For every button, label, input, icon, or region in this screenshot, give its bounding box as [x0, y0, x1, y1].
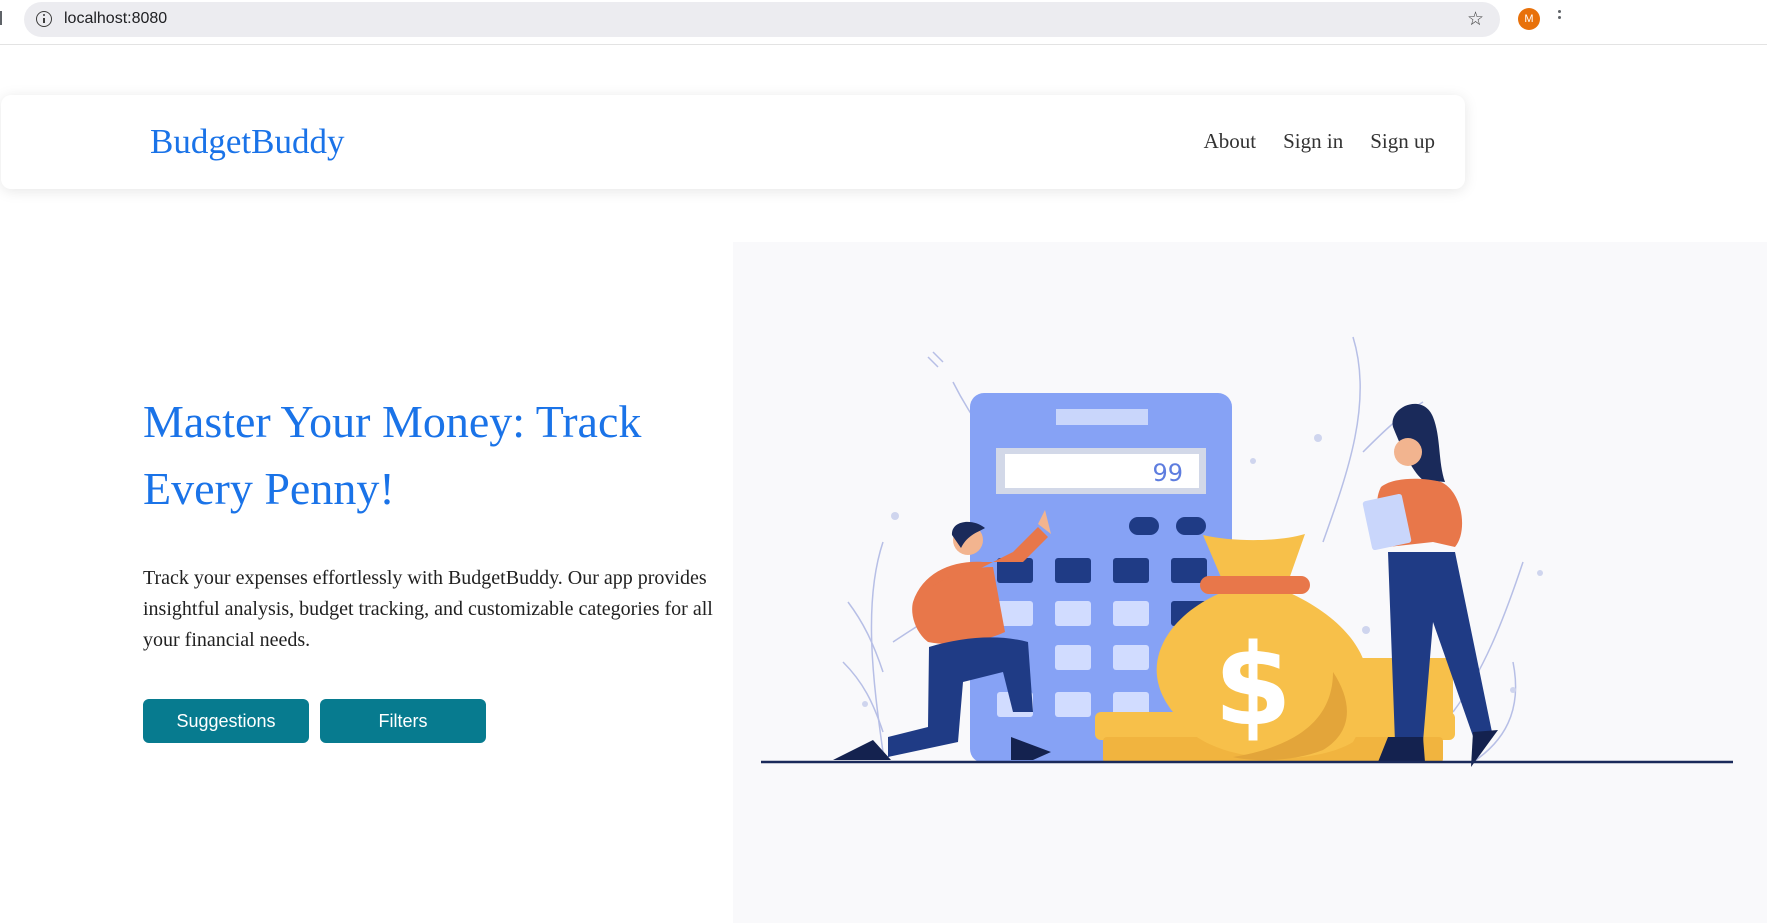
- url-text[interactable]: localhost:8080: [64, 10, 167, 28]
- nav-sign-up-link[interactable]: Sign up: [1370, 129, 1435, 154]
- site-navbar: BudgetBuddy About Sign in Sign up: [1, 95, 1465, 189]
- brand-logo[interactable]: BudgetBuddy: [150, 122, 344, 162]
- hero-title: Master Your Money: Track Every Penny!: [143, 396, 642, 514]
- nav-sign-in-link[interactable]: Sign in: [1283, 129, 1343, 154]
- address-bar[interactable]: localhost:8080 ☆: [24, 2, 1500, 37]
- star-icon[interactable]: ☆: [1467, 9, 1484, 29]
- filters-button[interactable]: Filters: [320, 699, 486, 743]
- hero-description: Track your expenses effortlessly with Bu…: [143, 567, 713, 651]
- suggestions-button[interactable]: Suggestions: [143, 699, 309, 743]
- hero-illustration: 99 $: [733, 242, 1767, 923]
- calculator-display: 99: [1152, 459, 1183, 487]
- window-edge: [0, 11, 2, 25]
- nav-links: About Sign in Sign up: [1204, 129, 1435, 154]
- menu-icon[interactable]: [1558, 10, 1561, 26]
- finance-illustration: 99 $: [761, 336, 1733, 767]
- nav-about-link[interactable]: About: [1204, 129, 1257, 154]
- info-icon[interactable]: [36, 11, 52, 27]
- profile-avatar[interactable]: M: [1518, 8, 1540, 30]
- browser-toolbar: localhost:8080 ☆ M: [0, 0, 1767, 45]
- money-bag-symbol: $: [1214, 621, 1292, 751]
